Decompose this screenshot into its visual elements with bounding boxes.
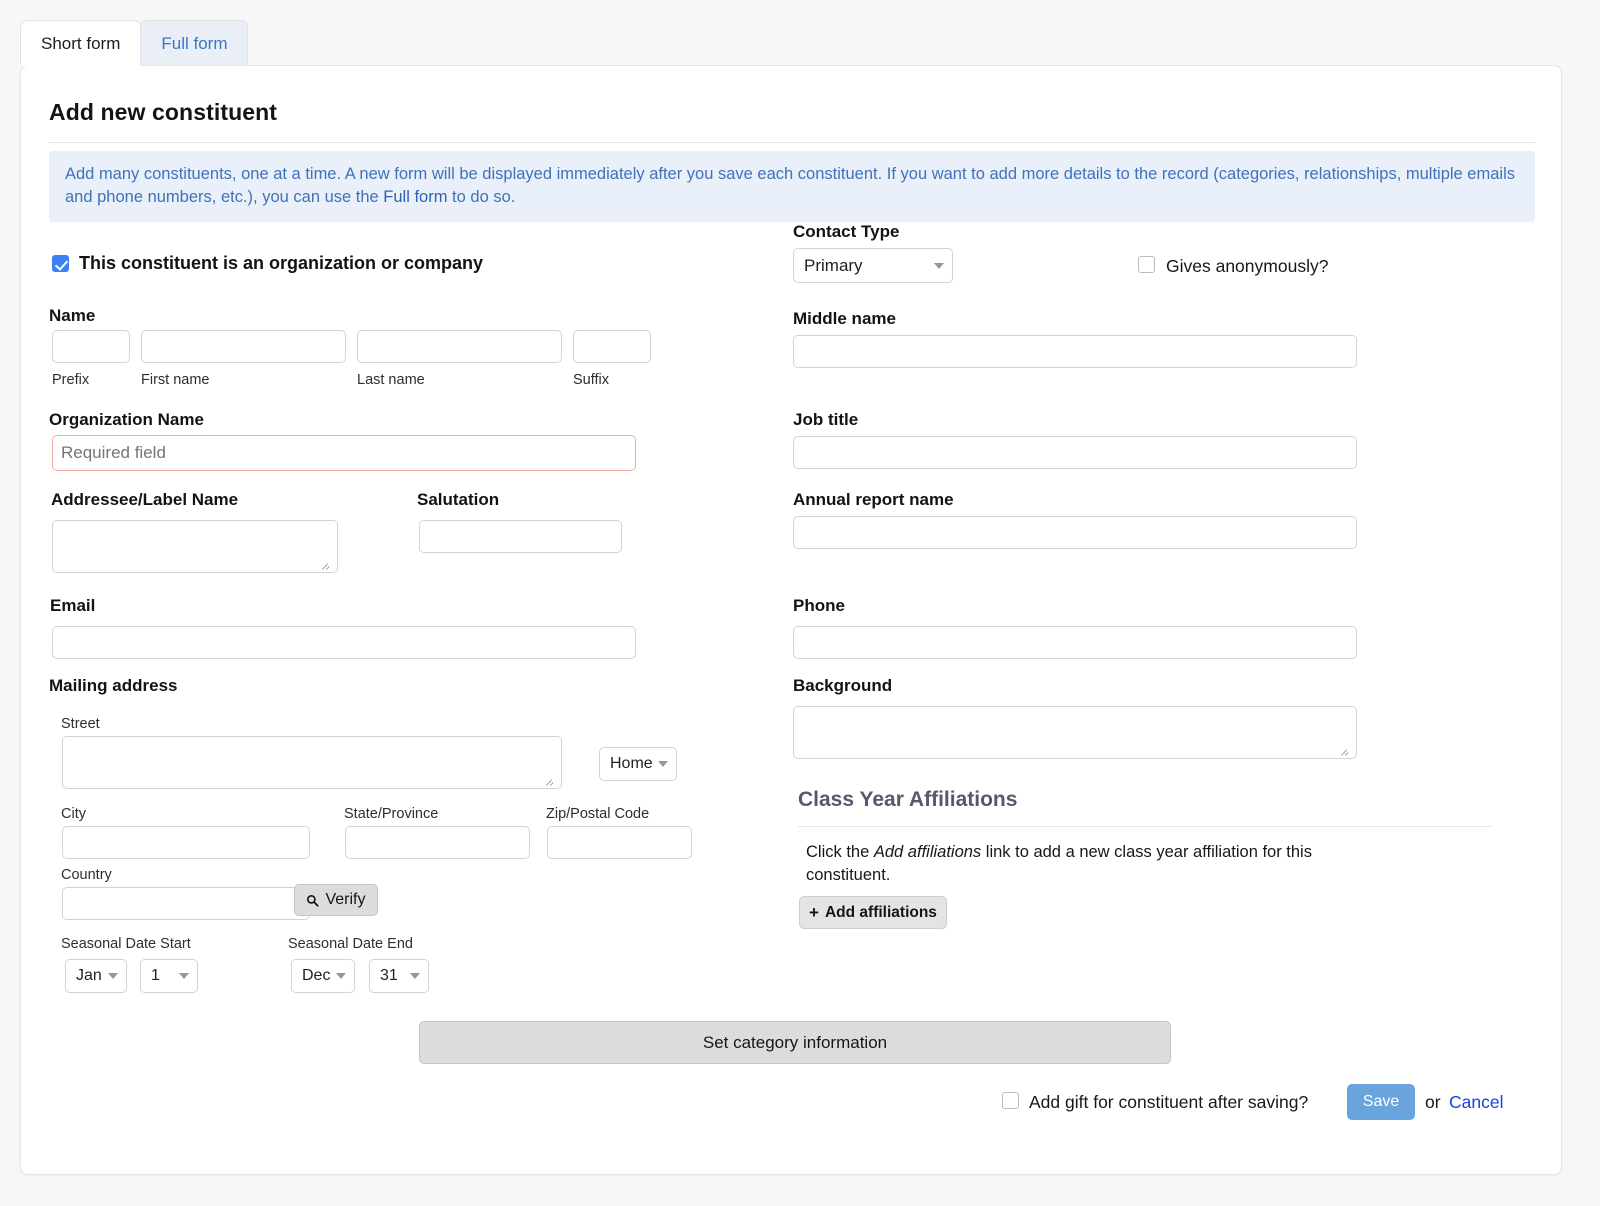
verify-button[interactable]: Verify	[294, 884, 378, 916]
form-card: Add new constituent Add many constituent…	[20, 65, 1562, 1175]
addressee-label: Addressee/Label Name	[51, 490, 239, 509]
zip-label: Zip/Postal Code	[546, 806, 650, 822]
chevron-down-icon	[410, 973, 420, 979]
annual-report-name-label: Annual report name	[793, 490, 954, 509]
seasonal-start-month-value: Jan	[76, 967, 102, 984]
salutation-label: Salutation	[417, 490, 500, 509]
prefix-label: Prefix	[52, 372, 90, 388]
middle-name-input[interactable]	[793, 335, 1357, 368]
tab-short-form-label: Short form	[41, 34, 121, 53]
seasonal-end-label: Seasonal Date End	[288, 936, 413, 952]
contact-type-label: Contact Type	[793, 222, 900, 241]
state-input[interactable]	[345, 826, 530, 859]
gives-anonymously-label: Gives anonymously?	[1166, 256, 1329, 276]
tab-full-form-label: Full form	[161, 34, 228, 53]
tab-short-form[interactable]: Short form	[20, 20, 142, 66]
class-year-divider	[798, 826, 1492, 827]
last-name-input[interactable]	[357, 330, 562, 363]
background-label: Background	[793, 676, 893, 695]
mailing-address-label: Mailing address	[49, 676, 178, 695]
seasonal-start-day-select[interactable]: 1	[140, 959, 198, 993]
search-icon	[307, 894, 320, 907]
middle-name-label: Middle name	[793, 309, 896, 328]
street-textarea[interactable]	[62, 736, 562, 789]
salutation-input[interactable]	[419, 520, 622, 553]
class-year-affiliations-heading: Class Year Affiliations	[798, 788, 1018, 811]
prefix-input[interactable]	[52, 330, 130, 363]
add-affiliations-button[interactable]: + Add affiliations	[799, 896, 947, 929]
seasonal-end-day-value: 31	[380, 967, 398, 984]
info-banner-text-1: Add many constituents, one at a time. A …	[65, 165, 1515, 207]
class-year-desc-emphasis: Add affiliations	[873, 843, 982, 861]
phone-input[interactable]	[793, 626, 1357, 659]
organization-name-label: Organization Name	[49, 410, 204, 429]
class-year-desc-1: Click the	[806, 843, 874, 861]
background-textarea[interactable]	[793, 706, 1357, 759]
contact-type-value: Primary	[804, 255, 863, 275]
job-title-label: Job title	[793, 410, 859, 429]
organization-checkbox-label: This constituent is an organization or c…	[79, 253, 484, 273]
annual-report-name-input[interactable]	[793, 516, 1357, 549]
app-root: Short form Full form Add new constituent…	[0, 0, 1600, 1206]
or-label: or	[1425, 1092, 1441, 1112]
address-type-value: Home	[610, 755, 653, 772]
cancel-link[interactable]: Cancel	[1449, 1092, 1503, 1113]
zip-input[interactable]	[547, 826, 692, 859]
organization-name-input[interactable]	[52, 435, 636, 471]
suffix-label: Suffix	[573, 372, 610, 388]
seasonal-start-day-value: 1	[151, 967, 160, 984]
job-title-input[interactable]	[793, 436, 1357, 469]
seasonal-end-day-select[interactable]: 31	[369, 959, 429, 993]
chevron-down-icon	[336, 973, 346, 979]
set-category-information-label: Set category information	[702, 1032, 888, 1052]
page-title: Add new constituent	[49, 99, 278, 125]
add-gift-checkbox[interactable]	[1002, 1092, 1019, 1109]
plus-icon: +	[809, 903, 819, 922]
verify-button-label: Verify	[325, 891, 366, 908]
street-label: Street	[61, 716, 100, 732]
title-divider	[49, 142, 1535, 143]
seasonal-start-label: Seasonal Date Start	[61, 936, 191, 952]
suffix-input[interactable]	[573, 330, 651, 363]
save-button-label: Save	[1362, 1093, 1400, 1110]
save-button[interactable]: Save	[1347, 1084, 1415, 1120]
seasonal-end-month-select[interactable]: Dec	[291, 959, 355, 993]
gives-anonymously-checkbox[interactable]	[1138, 256, 1155, 273]
info-banner: Add many constituents, one at a time. A …	[49, 151, 1535, 222]
first-name-label: First name	[141, 372, 210, 388]
phone-label: Phone	[793, 596, 845, 615]
tab-full-form[interactable]: Full form	[140, 20, 249, 65]
address-type-select[interactable]: Home	[599, 747, 677, 781]
add-affiliations-label: Add affiliations	[824, 903, 937, 921]
class-year-description: Click the Add affiliations link to add a…	[806, 841, 1386, 888]
organization-checkbox[interactable]	[52, 255, 69, 272]
addressee-textarea[interactable]	[52, 520, 338, 573]
chevron-down-icon	[179, 973, 189, 979]
seasonal-end-month-value: Dec	[302, 967, 331, 984]
last-name-label: Last name	[357, 372, 425, 388]
email-label: Email	[50, 596, 96, 615]
info-banner-text-2: to do so.	[447, 188, 516, 207]
country-label: Country	[61, 867, 112, 883]
full-form-link[interactable]: Full form	[383, 188, 447, 206]
name-group-label: Name	[49, 306, 96, 325]
seasonal-start-month-select[interactable]: Jan	[65, 959, 127, 993]
first-name-input[interactable]	[141, 330, 346, 363]
chevron-down-icon	[658, 761, 668, 767]
country-input[interactable]	[62, 887, 310, 920]
city-label: City	[61, 806, 86, 822]
form-tabs: Short form Full form	[20, 20, 249, 66]
set-category-information-button[interactable]: Set category information	[419, 1021, 1171, 1064]
add-gift-label: Add gift for constituent after saving?	[1029, 1092, 1309, 1112]
email-input[interactable]	[52, 626, 636, 659]
chevron-down-icon	[108, 973, 118, 979]
contact-type-select[interactable]: Primary	[793, 248, 953, 283]
chevron-down-icon	[934, 262, 944, 269]
city-input[interactable]	[62, 826, 310, 859]
state-label: State/Province	[344, 806, 439, 822]
